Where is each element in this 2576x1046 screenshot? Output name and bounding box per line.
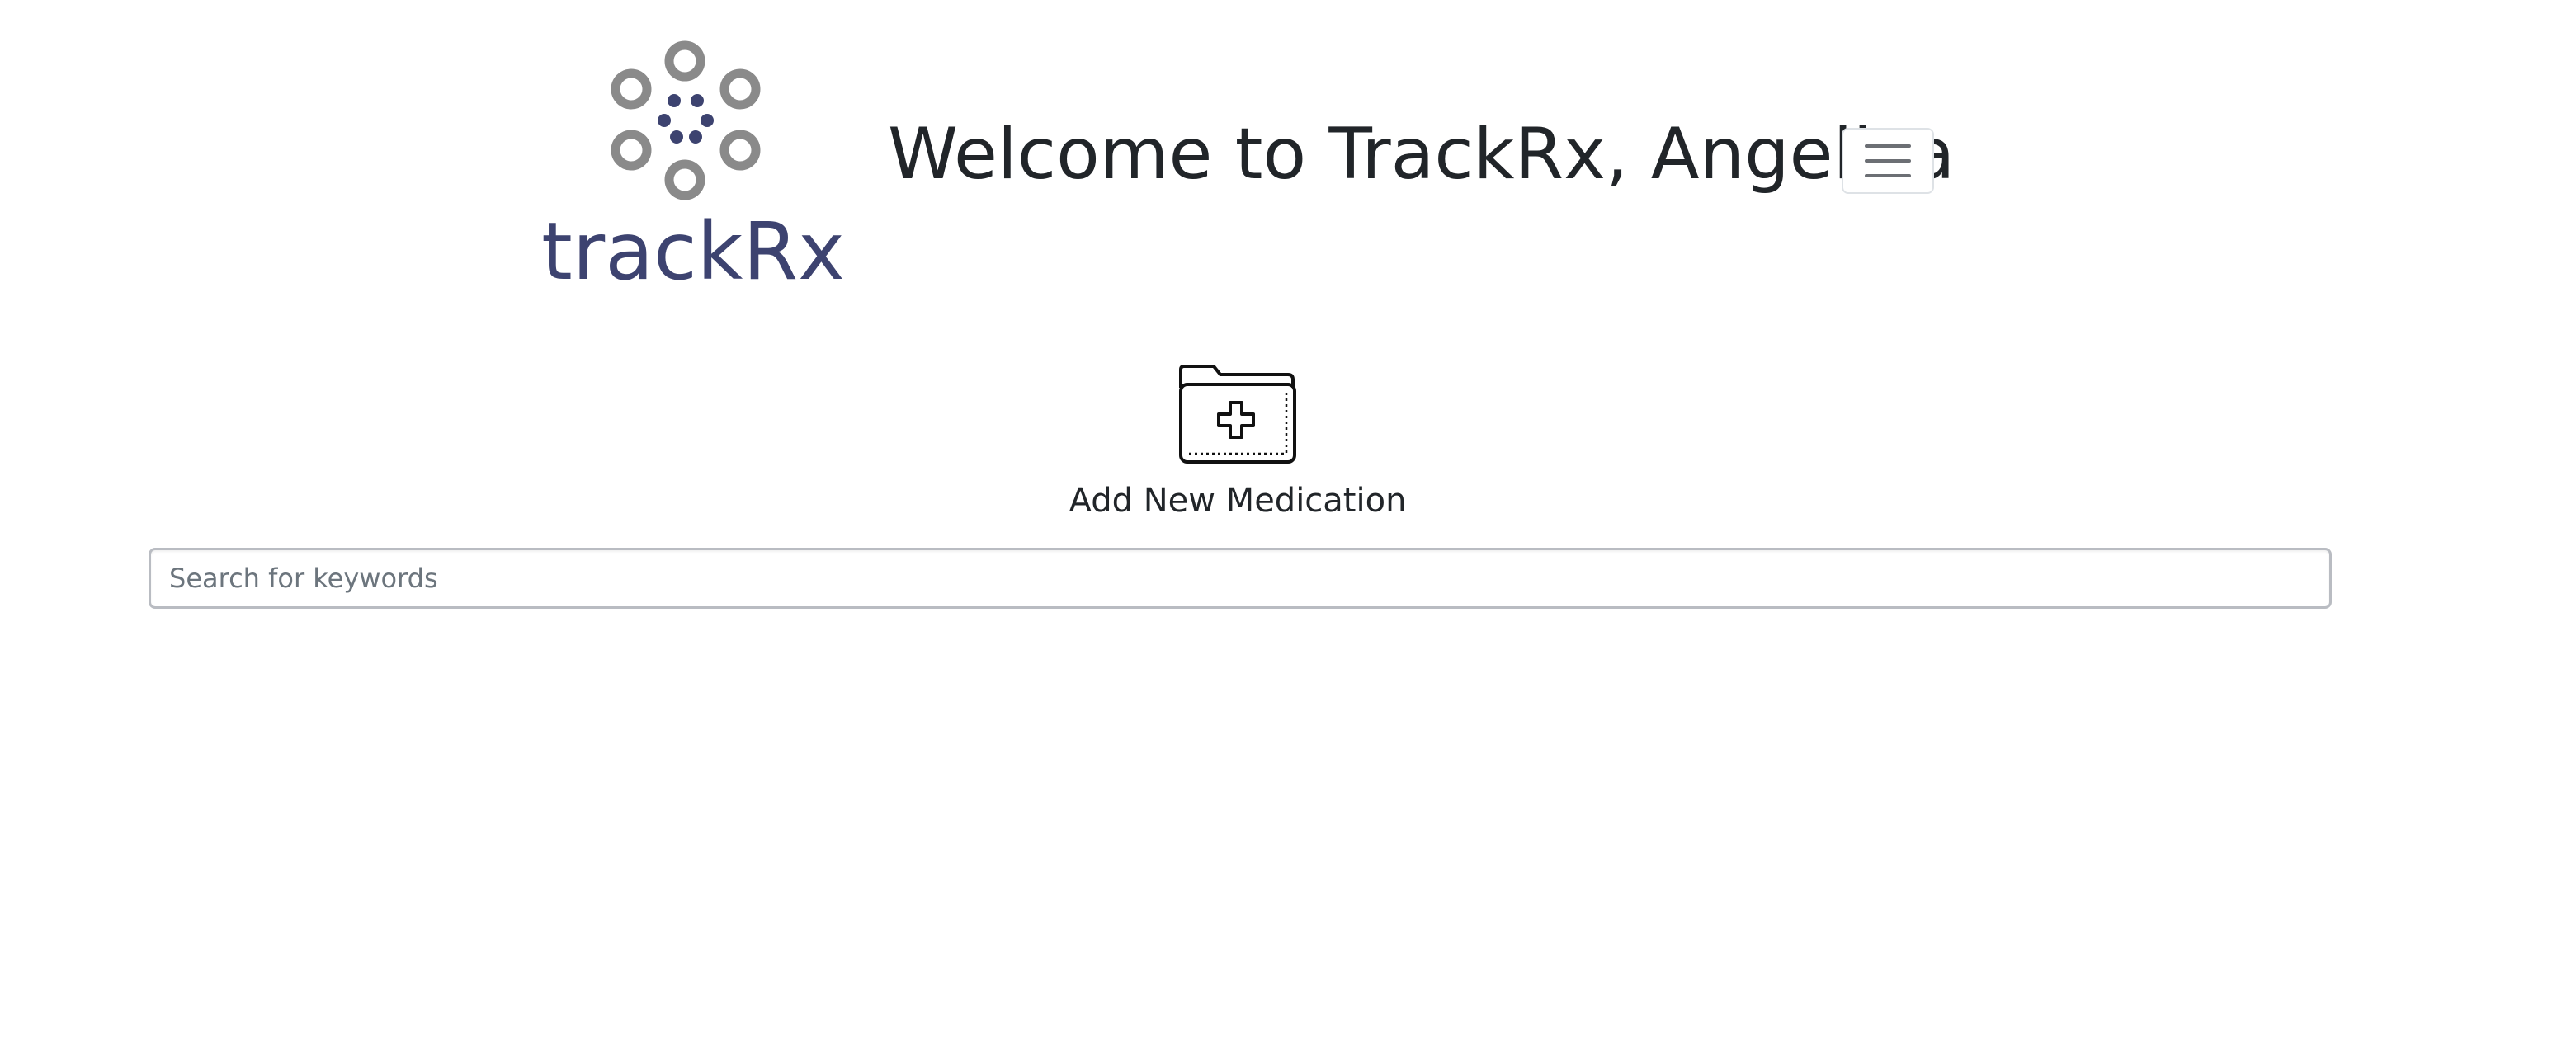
logo-dot — [691, 94, 704, 107]
menu-toggle-button[interactable] — [1842, 128, 1934, 194]
pill-dots-logo-icon: trackRx — [541, 40, 845, 294]
logo-dot — [658, 114, 671, 127]
hamburger-menu-icon — [1865, 144, 1911, 177]
logo-wordmark: trackRx — [541, 205, 845, 294]
add-new-medication-button[interactable]: Add New Medication — [1069, 363, 1406, 521]
logo-dot — [689, 130, 702, 144]
folder-plus-icon — [1179, 365, 1296, 464]
logo-ring — [664, 159, 705, 200]
logo-dot — [701, 114, 714, 127]
page: trackRx Welcome to TrackRx, Angelica Add… — [0, 0, 2576, 1046]
trackrx-logo: trackRx — [536, 30, 858, 294]
logo-dot — [668, 94, 681, 107]
logo-ring — [611, 130, 652, 171]
search-input[interactable] — [149, 548, 2332, 609]
logo-ring — [611, 68, 652, 110]
page-title: Welcome to TrackRx, Angelica — [888, 113, 1956, 196]
logo-ring — [719, 68, 761, 110]
logo-ring — [719, 130, 761, 171]
add-new-medication-label: Add New Medication — [1069, 482, 1407, 520]
logo-ring — [664, 40, 705, 82]
logo-dot — [670, 130, 683, 144]
